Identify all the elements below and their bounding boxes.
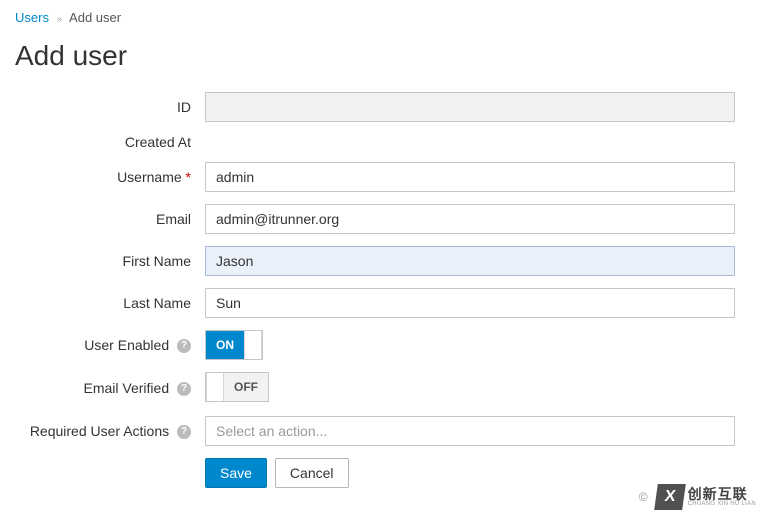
id-field (205, 92, 735, 122)
user-enabled-label: User Enabled (15, 337, 205, 353)
user-enabled-toggle[interactable]: ON (205, 330, 263, 360)
help-icon[interactable] (177, 382, 191, 396)
copyright-icon: © (639, 490, 648, 504)
breadcrumb-link-users[interactable]: Users (15, 10, 49, 25)
username-label: Username * (15, 169, 205, 185)
watermark-logo: © X 创新互联 CHUANG XIN HU LIAN (639, 484, 756, 510)
add-user-form: ID Created At Username * Email First Nam… (15, 92, 749, 488)
last-name-label: Last Name (15, 295, 205, 311)
page-title: Add user (15, 40, 749, 72)
toggle-on-text: ON (206, 331, 244, 359)
email-label: Email (15, 211, 205, 227)
breadcrumb: Users » Add user (15, 10, 749, 25)
toggle-handle (244, 331, 262, 359)
help-icon[interactable] (177, 339, 191, 353)
email-verified-label: Email Verified (15, 380, 205, 396)
logo-mark: X (654, 484, 686, 510)
toggle-off-text: OFF (224, 373, 268, 401)
brand-name-cn: 创新互联 (688, 487, 756, 501)
required-actions-select[interactable]: Select an action... (205, 416, 735, 446)
breadcrumb-current: Add user (69, 10, 121, 25)
first-name-label: First Name (15, 253, 205, 269)
required-asterisk-icon: * (186, 169, 191, 185)
id-label: ID (15, 99, 205, 115)
breadcrumb-separator-icon: » (57, 14, 63, 25)
created-at-label: Created At (15, 134, 205, 150)
username-field[interactable] (205, 162, 735, 192)
toggle-handle (206, 373, 224, 401)
email-field[interactable] (205, 204, 735, 234)
email-verified-toggle[interactable]: OFF (205, 372, 269, 402)
cancel-button[interactable]: Cancel (275, 458, 349, 488)
last-name-field[interactable] (205, 288, 735, 318)
help-icon[interactable] (177, 425, 191, 439)
brand-name-en: CHUANG XIN HU LIAN (688, 501, 756, 507)
first-name-field[interactable] (205, 246, 735, 276)
save-button[interactable]: Save (205, 458, 267, 488)
required-actions-label: Required User Actions (15, 423, 205, 439)
